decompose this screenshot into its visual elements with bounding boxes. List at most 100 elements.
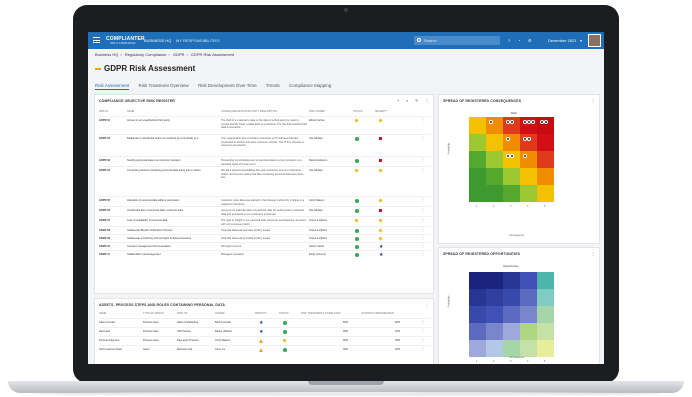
heatmap-cell[interactable] <box>486 151 503 168</box>
heatmap-cell[interactable] <box>503 185 520 202</box>
date-selector[interactable]: December 2021 <box>548 38 576 43</box>
row-menu-icon[interactable]: ⋮ <box>421 235 425 240</box>
risk-name[interactable]: Consent management Documentation <box>127 245 217 248</box>
heatmap-cell[interactable] <box>503 117 520 134</box>
risk-name[interactable]: Inadequate monitoring and oversight of d… <box>127 237 217 240</box>
heatmap-cell[interactable] <box>520 272 537 289</box>
heatmap-cell[interactable] <box>537 323 554 340</box>
notifications-icon[interactable]: ◔ <box>518 38 520 43</box>
heatmap-cell[interactable] <box>537 117 554 134</box>
heatmap-cell[interactable] <box>537 151 554 168</box>
search-icon[interactable]: ⌕ <box>406 98 408 103</box>
risk-marker-icon[interactable] <box>544 120 548 124</box>
nav-my-responsibilities[interactable]: MY RESPONSIBILITIES <box>176 38 220 43</box>
risk-name[interactable]: Unintended loss of personal data, custom… <box>127 209 217 212</box>
tab-risk-assessment[interactable]: Risk Assessment <box>95 83 130 90</box>
tab-risk-development[interactable]: Risk Development Over Time <box>198 83 257 88</box>
row-menu-icon[interactable]: ⋮ <box>421 167 425 172</box>
heatmap-cell[interactable] <box>503 168 520 185</box>
heatmap-cell[interactable] <box>486 289 503 306</box>
risk-name[interactable]: Inadequate Breach Notification Process <box>127 229 217 232</box>
heatmap-cell[interactable] <box>520 168 537 185</box>
row-menu-icon[interactable]: ⋮ <box>421 243 425 248</box>
table-row[interactable]: GDPR 05 Alteration of personal data witho… <box>99 196 431 206</box>
settings-icon[interactable]: ⚙ <box>528 38 532 43</box>
heatmap-cell[interactable] <box>503 151 520 168</box>
table-row[interactable]: GDPR 02 Deliberate or accidental action f… <box>99 134 431 156</box>
row-menu-icon[interactable]: ⋮ <box>421 217 425 222</box>
tab-trends[interactable]: Trends <box>266 83 280 88</box>
add-icon[interactable]: + <box>397 98 399 103</box>
risk-marker-icon[interactable] <box>510 154 514 158</box>
table-row[interactable]: GDPR 06 Unintended loss of personal data,… <box>99 206 431 216</box>
breadcrumb-item[interactable]: GDPR <box>173 52 185 57</box>
heatmap-cell[interactable] <box>503 272 520 289</box>
risk-marker-icon[interactable] <box>506 137 510 141</box>
heatmap-cell[interactable] <box>469 134 486 151</box>
row-menu-icon[interactable]: ⋮ <box>421 227 425 232</box>
heatmap-cell[interactable] <box>486 117 503 134</box>
help-icon[interactable]: ? <box>508 38 510 43</box>
heatmap-cell[interactable] <box>469 168 486 185</box>
heatmap-cell[interactable] <box>520 306 537 323</box>
table-row[interactable]: GDPR 09 Inadequate monitoring and oversig… <box>99 234 431 242</box>
heatmap-cell[interactable] <box>486 340 503 357</box>
table-row[interactable]: Process Payment Process Step Payments Proc… <box>99 336 431 345</box>
asset-name[interactable]: Process Payment <box>99 339 139 342</box>
row-menu-icon[interactable]: ⋮ <box>421 117 425 122</box>
heatmap-cell[interactable] <box>503 340 520 357</box>
row-menu-icon[interactable]: ⋮ <box>421 157 425 162</box>
heatmap-cell[interactable] <box>537 340 554 357</box>
table-row[interactable]: GDPR 07 Loss of availability of personal … <box>99 216 431 226</box>
asset-name[interactable]: Soft Customer Data <box>99 348 139 351</box>
row-menu-icon[interactable]: ⋮ <box>421 251 425 256</box>
heatmap-cell[interactable] <box>486 185 503 202</box>
breadcrumb-item[interactable]: GDPR Risk Assessment <box>191 52 234 57</box>
table-row[interactable]: GDPR 08 Inadequate Breach Notification Pr… <box>99 226 431 234</box>
heatmap-cell[interactable] <box>520 134 537 151</box>
search-input[interactable]: Search <box>414 36 500 45</box>
heatmap-cell[interactable] <box>537 134 554 151</box>
heatmap-cell[interactable] <box>486 168 503 185</box>
heatmap-cell[interactable] <box>486 306 503 323</box>
breadcrumb-item[interactable]: Regulatory Compliance <box>125 52 167 57</box>
heatmap-cell[interactable] <box>537 289 554 306</box>
heatmap-cell[interactable] <box>537 306 554 323</box>
tab-compliance-mapping[interactable]: Compliance Mapping <box>289 83 331 88</box>
nav-business-hq[interactable]: BUSINESS HQ <box>144 38 171 43</box>
more-icon[interactable]: ⋮ <box>425 98 429 103</box>
table-row[interactable]: GDPR 04 Computing devices containing pers… <box>99 166 431 196</box>
avatar[interactable] <box>588 34 601 47</box>
risk-marker-icon[interactable] <box>489 120 493 124</box>
heatmap-cell[interactable] <box>469 151 486 168</box>
asset-name[interactable]: Recruited <box>99 330 139 333</box>
risk-name[interactable]: Deliberate or accidental action for inac… <box>127 137 217 140</box>
heatmap-cell[interactable] <box>469 185 486 202</box>
more-icon[interactable]: ⋮ <box>425 302 429 307</box>
heatmap-cell[interactable] <box>469 272 486 289</box>
tab-risk-treatment-overview[interactable]: Risk Treatment Overview <box>139 83 189 88</box>
heatmap-cell[interactable] <box>469 306 486 323</box>
heatmap-cell[interactable] <box>537 272 554 289</box>
edit-icon[interactable]: ✎ <box>415 98 418 103</box>
table-row[interactable]: GDPR 11 Stakeholder mismanagement Managed … <box>99 250 431 258</box>
heatmap-cell[interactable] <box>469 340 486 357</box>
risk-marker-icon[interactable] <box>523 154 527 158</box>
table-row[interactable]: Client Contact Process Step Sales & Market… <box>99 318 431 327</box>
more-icon[interactable]: ⋮ <box>591 251 595 256</box>
row-menu-icon[interactable]: ⋮ <box>421 197 425 202</box>
more-icon[interactable]: ⋮ <box>591 98 595 103</box>
table-row[interactable]: Recruited Process Step HR Process Bettye Wa… <box>99 327 431 336</box>
heatmap-cell[interactable] <box>520 323 537 340</box>
row-menu-icon[interactable]: ⋮ <box>421 328 425 333</box>
row-menu-icon[interactable]: ⋮ <box>421 346 425 351</box>
risk-name[interactable]: Access to an unauthorized third party <box>127 119 217 122</box>
table-row[interactable]: GDPR 10 Consent management Documentation W… <box>99 242 431 250</box>
heatmap-cell[interactable] <box>537 168 554 185</box>
risk-name[interactable]: Loss of availability of personal data <box>127 219 217 222</box>
risk-name[interactable]: Sending personal data to an incorrect re… <box>127 159 217 162</box>
breadcrumb-item[interactable]: Business HQ <box>95 52 118 57</box>
row-menu-icon[interactable]: ⋮ <box>421 207 425 212</box>
asset-name[interactable]: Client Contact <box>99 321 139 324</box>
risk-name[interactable]: Alteration of personal data without perm… <box>127 199 217 202</box>
